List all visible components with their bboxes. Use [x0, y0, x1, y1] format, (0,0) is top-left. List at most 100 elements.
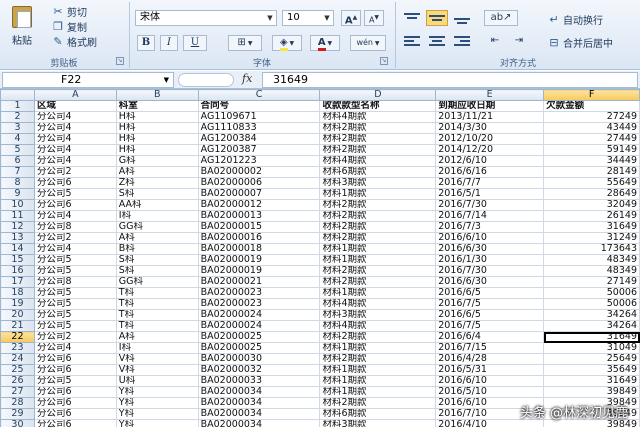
row-header[interactable]: 11	[0, 210, 35, 222]
table-cell[interactable]: S科	[115, 254, 199, 266]
table-cell[interactable]: 材料2期款	[319, 331, 437, 343]
italic-button[interactable]: I	[160, 35, 178, 51]
align-bottom-button[interactable]	[451, 10, 473, 26]
column-header[interactable]: C	[197, 89, 321, 101]
table-cell[interactable]: 材料2期款	[319, 199, 437, 211]
grow-font-button[interactable]: A▲	[341, 10, 361, 26]
table-cell[interactable]: 2014/12/20	[435, 144, 545, 156]
formula-bar-slider[interactable]	[178, 73, 234, 87]
table-cell[interactable]: 50006	[543, 287, 640, 299]
table-cell[interactable]: 材料1期款	[319, 364, 437, 376]
table-cell[interactable]: 分公司5	[33, 375, 117, 387]
table-cell[interactable]: BA02000025	[197, 342, 321, 354]
row-header[interactable]: 27	[0, 386, 35, 398]
table-cell[interactable]: 31049	[543, 342, 640, 354]
table-cell[interactable]: BA02000034	[197, 419, 321, 427]
table-cell[interactable]: 材料3期款	[319, 419, 437, 427]
table-cell[interactable]: 材料1期款	[319, 287, 437, 299]
column-header[interactable]: D	[319, 89, 437, 101]
table-cell[interactable]: I科	[115, 342, 199, 354]
table-cell[interactable]: 分公司4	[33, 243, 117, 255]
table-cell[interactable]: Z科	[115, 177, 199, 189]
table-cell[interactable]: 32049	[543, 199, 640, 211]
table-cell[interactable]: G科	[115, 155, 199, 167]
table-cell[interactable]: 31249	[543, 232, 640, 244]
table-cell[interactable]: GG科	[115, 221, 199, 233]
row-header[interactable]: 29	[0, 408, 35, 420]
table-cell[interactable]: 2016/6/10	[435, 375, 545, 387]
table-cell[interactable]: BA02000015	[197, 221, 321, 233]
table-cell[interactable]: BA02000019	[197, 254, 321, 266]
table-cell[interactable]: 2016/7/30	[435, 265, 545, 277]
table-cell[interactable]: BA02000032	[197, 364, 321, 376]
fill-color-button[interactable]: ◈ ▼	[272, 35, 302, 51]
table-cell[interactable]: 分公司4	[33, 133, 117, 145]
table-cell[interactable]: BA02000021	[197, 276, 321, 288]
table-cell[interactable]: 分公司2	[33, 166, 117, 178]
table-cell[interactable]: 2016/7/14	[435, 210, 545, 222]
table-cell[interactable]: 材料2期款	[319, 144, 437, 156]
table-cell[interactable]: AG1200387	[197, 144, 321, 156]
table-cell[interactable]: 科室	[115, 100, 199, 112]
table-cell[interactable]: 到期应收日期	[435, 100, 545, 112]
table-cell[interactable]: 28649	[543, 188, 640, 200]
table-cell[interactable]: Y科	[115, 419, 199, 427]
table-cell[interactable]: 分公司5	[33, 287, 117, 299]
table-cell[interactable]: 材料2期款	[319, 133, 437, 145]
table-cell[interactable]: 材料2期款	[319, 210, 437, 222]
merge-center-button[interactable]: ⊟ 合并后居中	[548, 35, 613, 50]
table-cell[interactable]: 31649	[543, 375, 640, 387]
table-cell[interactable]: 材料3期款	[319, 309, 437, 321]
row-header[interactable]: 23	[0, 342, 35, 354]
table-cell[interactable]: 2016/7/5	[435, 320, 545, 332]
selected-cell[interactable]: 31649	[543, 331, 640, 343]
table-cell[interactable]: 2016/6/16	[435, 166, 545, 178]
column-header[interactable]: B	[115, 89, 199, 101]
table-cell[interactable]: 材料4期款	[319, 111, 437, 123]
table-cell[interactable]: AG1201223	[197, 155, 321, 167]
table-cell[interactable]: 27149	[543, 276, 640, 288]
table-cell[interactable]: 分公司4	[33, 342, 117, 354]
table-cell[interactable]: T科	[115, 320, 199, 332]
table-cell[interactable]: BA02000006	[197, 177, 321, 189]
table-cell[interactable]: 分公司5	[33, 188, 117, 200]
font-name-select[interactable]: 宋体 ▼	[135, 10, 277, 26]
table-cell[interactable]: H科	[115, 122, 199, 134]
copy-button[interactable]: ❐ 复制	[52, 19, 87, 34]
align-top-button[interactable]	[401, 10, 423, 26]
table-cell[interactable]: 2016/4/28	[435, 353, 545, 365]
table-cell[interactable]: 2016/7/3	[435, 221, 545, 233]
table-cell[interactable]: AG1110833	[197, 122, 321, 134]
format-painter-button[interactable]: ✎ 格式刷	[52, 34, 97, 49]
table-cell[interactable]: A科	[115, 331, 199, 343]
font-color-button[interactable]: A ▼	[310, 35, 340, 51]
column-header[interactable]: A	[33, 89, 117, 101]
table-cell[interactable]: 34264	[543, 309, 640, 321]
table-cell[interactable]: 2016/5/1	[435, 188, 545, 200]
row-header[interactable]: 18	[0, 287, 35, 299]
table-cell[interactable]: BA02000002	[197, 166, 321, 178]
table-cell[interactable]: 34264	[543, 320, 640, 332]
row-header[interactable]: 7	[0, 166, 35, 178]
increase-indent-button[interactable]: ⇥	[508, 33, 530, 49]
table-cell[interactable]: 分公司6	[33, 177, 117, 189]
table-cell[interactable]: 分公司6	[33, 364, 117, 376]
table-cell[interactable]: BA02000024	[197, 320, 321, 332]
table-cell[interactable]: AG1109671	[197, 111, 321, 123]
row-header[interactable]: 8	[0, 177, 35, 189]
row-header[interactable]: 20	[0, 309, 35, 321]
table-cell[interactable]: 材料4期款	[319, 155, 437, 167]
table-cell[interactable]: BA02000034	[197, 397, 321, 409]
table-cell[interactable]: V科	[115, 353, 199, 365]
table-cell[interactable]: 材料1期款	[319, 386, 437, 398]
wrap-text-button[interactable]: ↵ 自动换行	[548, 12, 603, 27]
row-header[interactable]: 5	[0, 144, 35, 156]
table-cell[interactable]: 2016/7/30	[435, 199, 545, 211]
row-header[interactable]: 25	[0, 364, 35, 376]
table-cell[interactable]: 2016/6/4	[435, 331, 545, 343]
row-header[interactable]: 9	[0, 188, 35, 200]
table-cell[interactable]: 2012/10/20	[435, 133, 545, 145]
decrease-indent-button[interactable]: ⇤	[484, 33, 506, 49]
table-cell[interactable]: 分公司6	[33, 397, 117, 409]
table-cell[interactable]: 2016/7/7	[435, 177, 545, 189]
